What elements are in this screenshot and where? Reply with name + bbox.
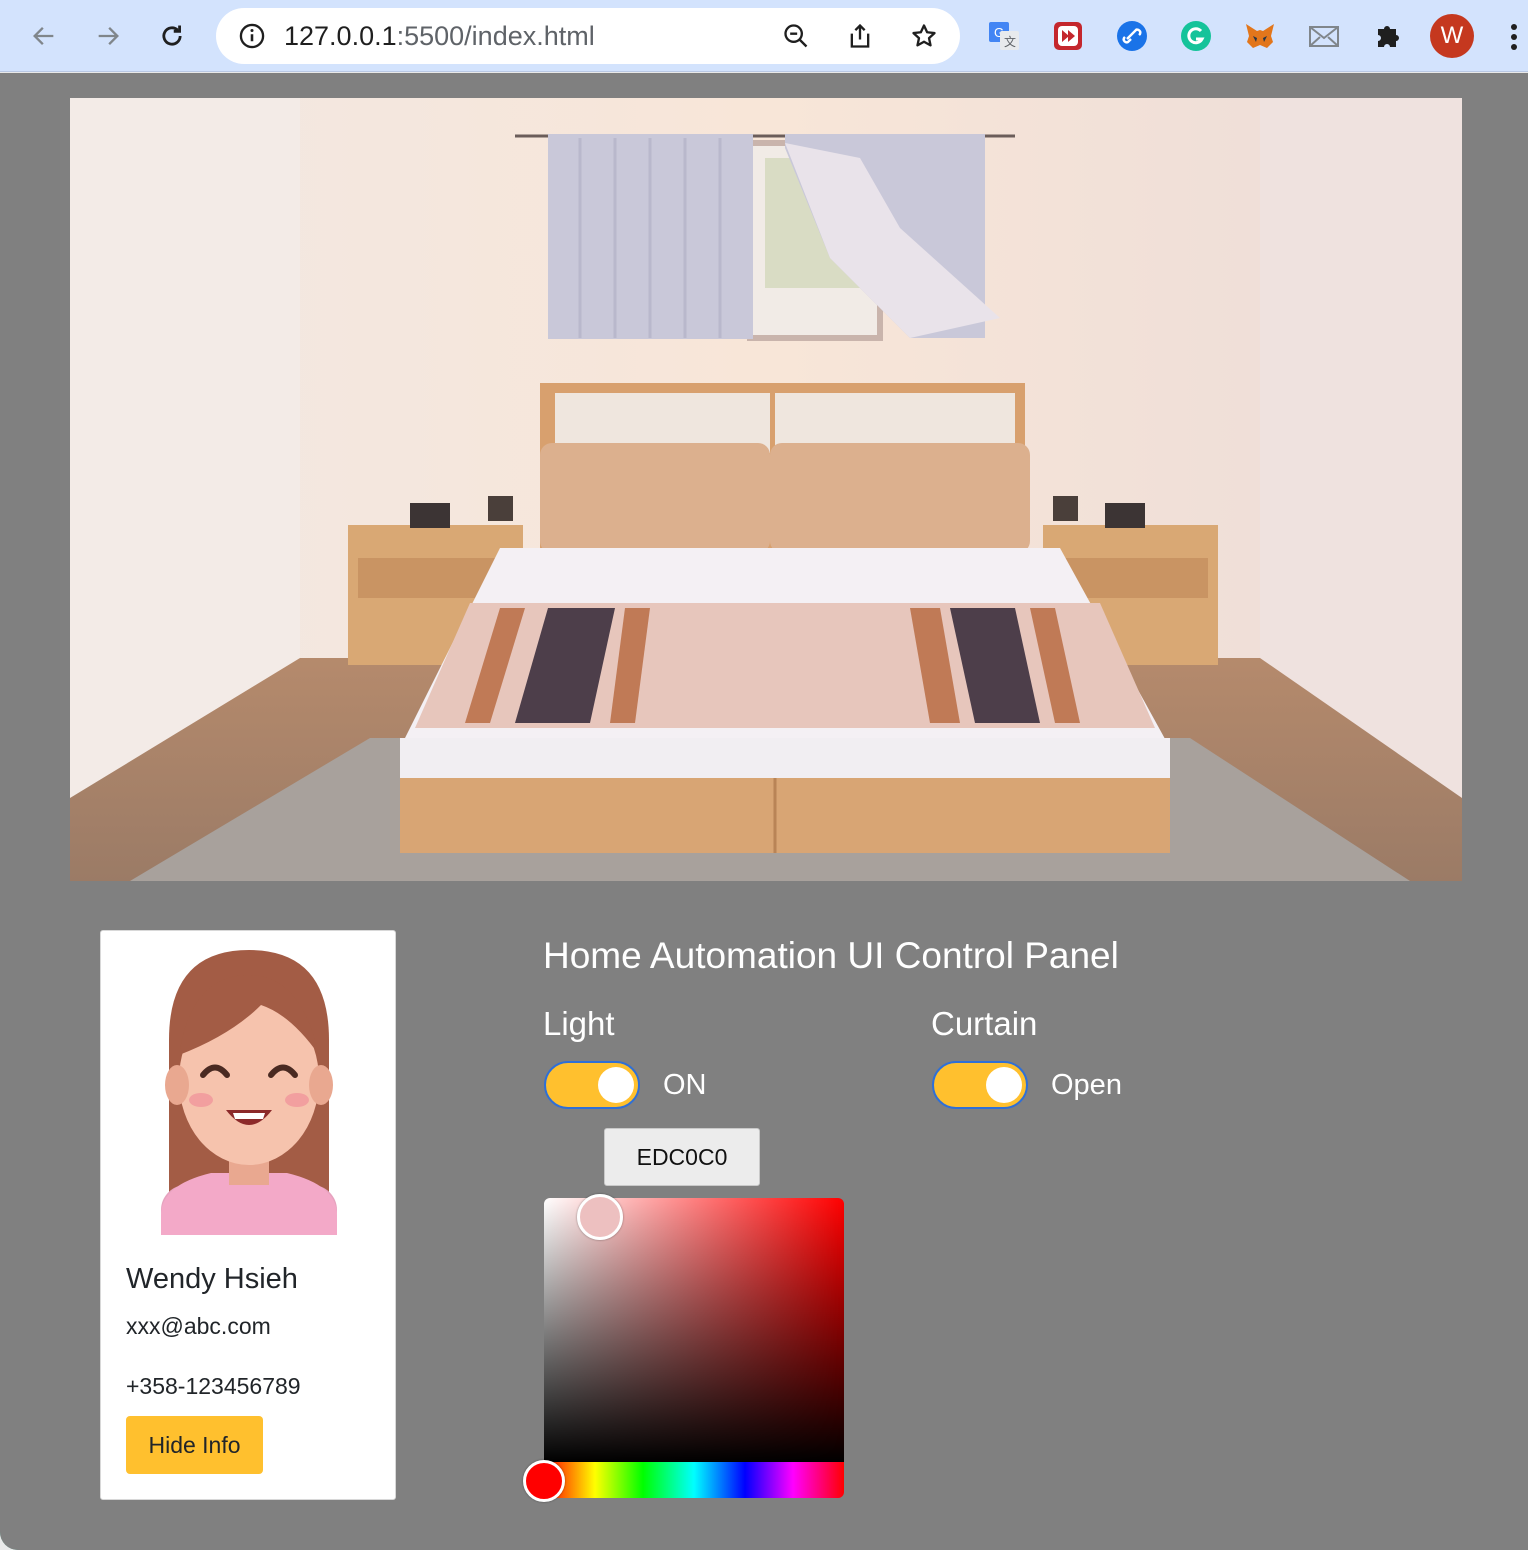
metamask-fox-icon[interactable] [1242, 18, 1278, 54]
share-icon[interactable] [846, 22, 874, 50]
forward-arrow-icon[interactable] [86, 14, 130, 58]
color-picker[interactable] [544, 1198, 844, 1498]
hue-slider[interactable] [544, 1462, 844, 1498]
browser-toolbar: 127.0.0.1:5500/index.html G文 W [0, 0, 1528, 72]
address-bar[interactable]: 127.0.0.1:5500/index.html [216, 8, 960, 64]
svg-text:文: 文 [1004, 34, 1016, 49]
light-label: Light [543, 1005, 615, 1042]
light-state: ON [663, 1069, 707, 1101]
site-info-icon[interactable] [238, 22, 266, 50]
hide-info-button[interactable]: Hide Info [126, 1416, 263, 1474]
url-text[interactable]: 127.0.0.1:5500/index.html [284, 22, 595, 50]
profile-phone: +358-123456789 [126, 1373, 301, 1399]
curtain-toggle[interactable] [932, 1061, 1028, 1109]
curtain-toggle-knob [986, 1067, 1022, 1103]
panel-title: Home Automation UI Control Panel [543, 935, 1119, 976]
page-viewport: Wendy Hsieh xxx@abc.com +358-123456789 H… [0, 73, 1528, 1550]
google-translate-icon[interactable]: G文 [986, 18, 1022, 54]
more-menu-icon[interactable] [1500, 20, 1528, 54]
hue-handle[interactable] [523, 1460, 565, 1502]
grammarly-icon[interactable] [1178, 18, 1214, 54]
user-avatar [161, 950, 337, 1235]
profile-card: Wendy Hsieh xxx@abc.com +358-123456789 H… [100, 930, 396, 1500]
curtain-state: Open [1051, 1069, 1122, 1101]
profile-email: xxx@abc.com [126, 1313, 271, 1339]
link-icon[interactable] [1114, 18, 1150, 54]
color-hex-value[interactable]: EDC0C0 [604, 1128, 760, 1186]
curtain-label: Curtain [931, 1005, 1038, 1042]
saturation-handle[interactable] [577, 1194, 623, 1240]
light-toggle-knob [598, 1067, 634, 1103]
profile-initial: W [1440, 22, 1464, 49]
zoom-icon[interactable] [782, 22, 810, 50]
profile-avatar-button[interactable]: W [1430, 14, 1474, 58]
puzzle-extensions-icon[interactable] [1370, 18, 1406, 54]
bookmark-star-icon[interactable] [910, 22, 938, 50]
bedroom-image [70, 98, 1462, 881]
back-arrow-icon[interactable] [22, 14, 66, 58]
light-toggle[interactable] [544, 1061, 640, 1109]
extension-red-icon[interactable] [1050, 18, 1086, 54]
mail-icon[interactable] [1306, 18, 1342, 54]
reload-icon[interactable] [150, 14, 194, 58]
profile-name: Wendy Hsieh [126, 1263, 298, 1295]
